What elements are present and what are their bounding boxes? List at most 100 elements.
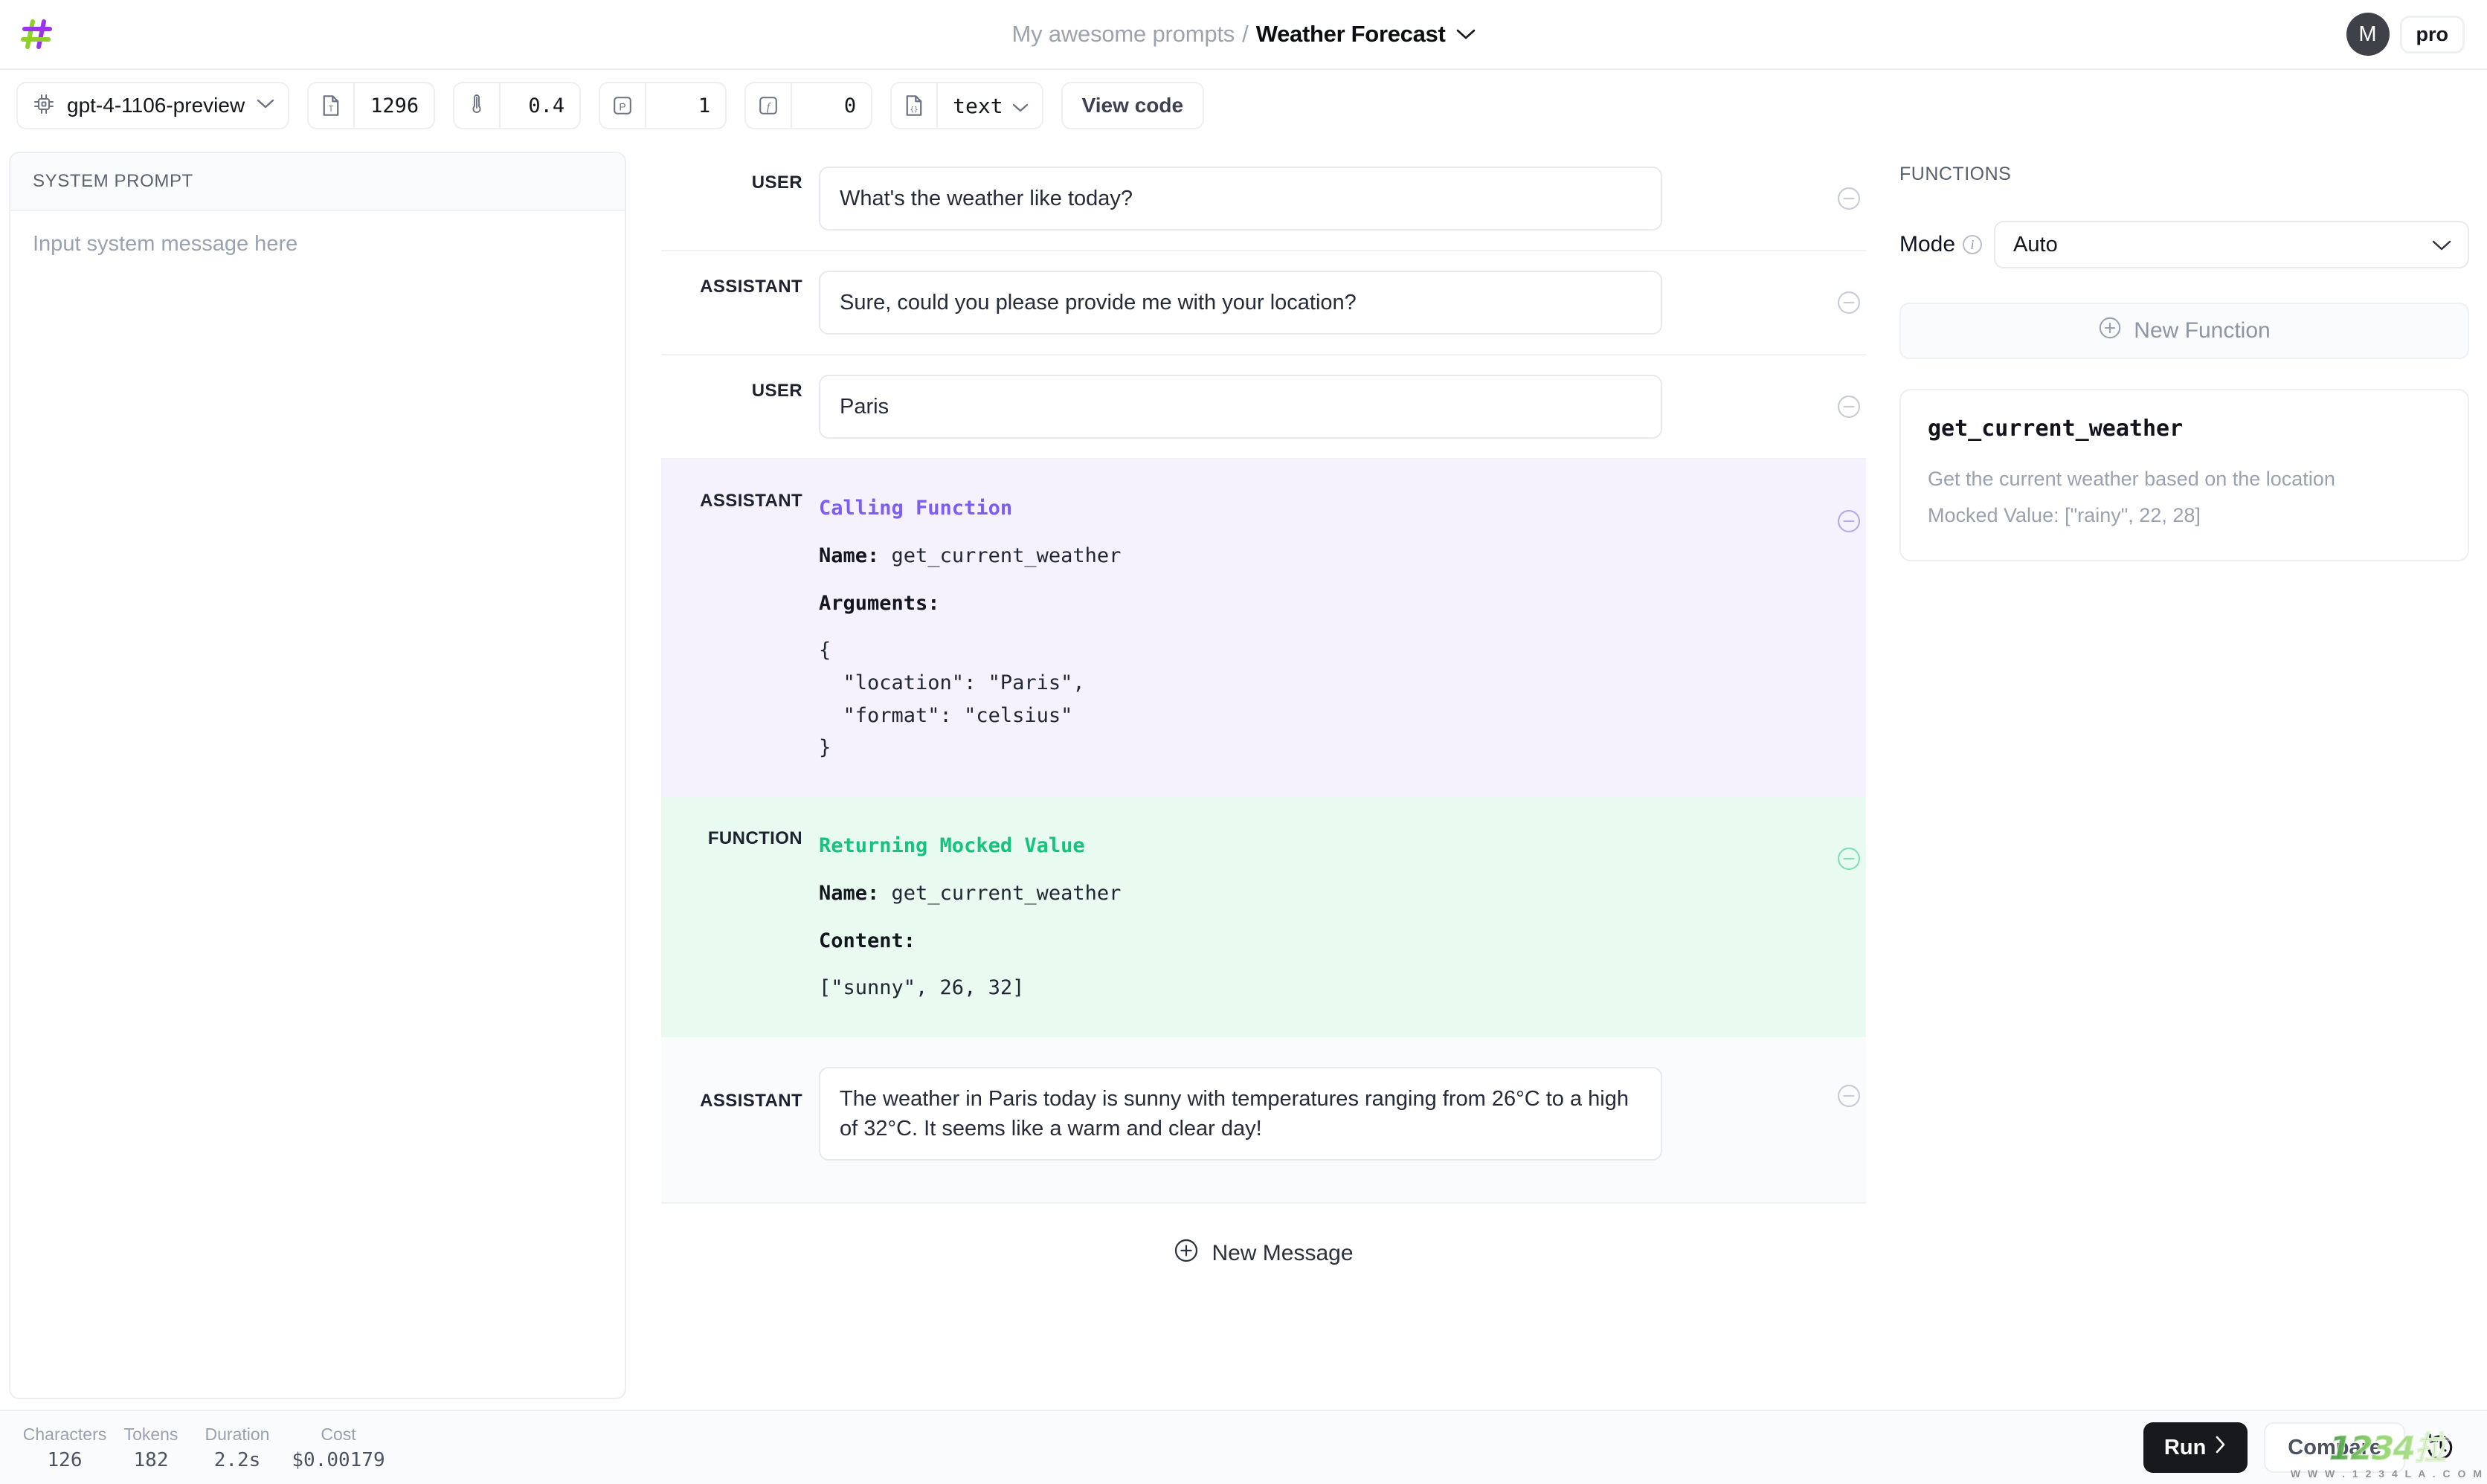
top-p-control[interactable]: P 1 [599, 82, 727, 129]
chevron-down-icon [257, 98, 274, 113]
message-row: ASSISTANT Sure, could you please provide… [661, 251, 1866, 355]
system-prompt-title: SYSTEM PROMPT [10, 153, 625, 211]
model-name: gpt-4-1106-preview [67, 94, 245, 117]
message-input[interactable]: Sure, could you please provide me with y… [819, 271, 1662, 335]
text-file-icon: T [309, 83, 355, 128]
plus-circle-icon [1174, 1238, 1199, 1269]
new-function-button[interactable]: New Function [1899, 303, 2469, 359]
function-mode-label: Mode i [1899, 232, 1982, 257]
functions-panel: FUNCTIONS Mode i Auto [1892, 141, 2487, 1410]
f-box-icon: f [746, 83, 792, 128]
messages-column: USER What's the weather like today? ASSI… [635, 141, 1892, 1410]
stat-duration: Duration 2.2s [192, 1425, 283, 1471]
svg-text:{}: {} [910, 106, 918, 114]
stat-tokens: Tokens 182 [110, 1425, 192, 1471]
stat-characters: Characters 126 [19, 1425, 110, 1471]
chip-icon [33, 93, 55, 119]
message-content: Sure, could you please provide me with y… [819, 271, 1866, 335]
avatar-initial: M [2358, 22, 2376, 47]
message-role: ASSISTANT [661, 271, 819, 297]
frequency-penalty-control[interactable]: f 0 [744, 82, 872, 129]
footer-actions: Run Compare [2143, 1422, 2460, 1473]
message-content: Paris [819, 375, 1866, 439]
message-row-function-return: FUNCTION Returning Mocked Value Name: ge… [661, 797, 1866, 1037]
function-call-name-value: get_current_weather [892, 544, 1122, 567]
top-header: My awesome prompts / Weather Forecast M … [0, 0, 2487, 70]
breadcrumb-current[interactable]: Weather Forecast [1256, 21, 1446, 48]
minus-circle-icon[interactable] [1832, 390, 1866, 424]
stat-value: $0.00179 [292, 1449, 385, 1471]
message-input[interactable]: The weather in Paris today is sunny with… [819, 1067, 1662, 1161]
view-code-button[interactable]: View code [1061, 82, 1204, 129]
new-message-button[interactable]: New Message [1174, 1238, 1353, 1269]
footer-bar: Characters 126 Tokens 182 Duration 2.2s … [0, 1410, 2487, 1484]
top-p-value: 1 [646, 83, 725, 128]
p-box-icon: P [600, 83, 646, 128]
stat-value: 126 [48, 1449, 83, 1471]
max-tokens-control[interactable]: T 1296 [307, 82, 435, 129]
new-message-label: New Message [1212, 1241, 1353, 1266]
function-mode-select[interactable]: Auto [1994, 221, 2469, 268]
system-prompt-panel: SYSTEM PROMPT Input system message here [9, 152, 626, 1399]
message-role: USER [661, 375, 819, 401]
chevron-down-icon[interactable] [1456, 28, 1476, 40]
svg-text:P: P [620, 100, 626, 112]
history-clock-icon[interactable] [2422, 1428, 2460, 1467]
stat-label: Cost [321, 1425, 355, 1445]
temperature-value: 0.4 [501, 83, 579, 128]
breadcrumb-root[interactable]: My awesome prompts [1011, 21, 1235, 48]
max-tokens-value: 1296 [355, 83, 434, 128]
temperature-control[interactable]: 0.4 [453, 82, 581, 129]
compare-button[interactable]: Compare [2264, 1422, 2405, 1473]
svg-text:T: T [329, 105, 334, 114]
function-mode-row: Mode i Auto [1892, 221, 2469, 268]
breadcrumb: My awesome prompts / Weather Forecast [0, 0, 2487, 68]
stat-cost: Cost $0.00179 [283, 1425, 394, 1471]
message-input[interactable]: Paris [819, 375, 1662, 439]
function-return-heading: Returning Mocked Value [819, 834, 1085, 857]
function-call-args-label: Arguments: [819, 592, 940, 615]
hash-logo-icon[interactable] [16, 13, 58, 55]
message-content: What's the weather like today? [819, 167, 1866, 230]
minus-circle-icon[interactable] [1832, 285, 1866, 320]
chevron-right-icon [2215, 1435, 2227, 1460]
message-list: USER What's the weather like today? ASSI… [661, 141, 1866, 1204]
chevron-down-icon [1012, 94, 1029, 118]
minus-circle-icon[interactable] [1832, 1079, 1866, 1113]
functions-panel-title: FUNCTIONS [1892, 156, 2469, 185]
response-format-control[interactable]: {} text [890, 82, 1043, 129]
message-role: USER [661, 167, 819, 193]
system-prompt-input[interactable]: Input system message here [10, 211, 625, 277]
minus-circle-icon[interactable] [1832, 842, 1866, 876]
pro-badge[interactable]: pro [2400, 16, 2465, 54]
avatar[interactable]: M [2346, 13, 2390, 56]
function-card[interactable]: get_current_weather Get the current weat… [1899, 389, 2469, 561]
message-row: USER Paris [661, 355, 1866, 459]
message-input[interactable]: What's the weather like today? [819, 167, 1662, 230]
function-return-content-value: ["sunny", 26, 32] [819, 972, 1866, 1004]
function-return-content-label: Content: [819, 929, 916, 952]
response-format-value: text [953, 94, 1003, 118]
function-call-heading: Calling Function [819, 497, 1012, 520]
thermometer-icon [454, 83, 501, 128]
run-button[interactable]: Run [2143, 1422, 2248, 1473]
stat-label: Characters [23, 1425, 106, 1445]
new-function-label: New Function [2134, 318, 2270, 343]
function-card-name: get_current_weather [1928, 416, 2441, 442]
model-selector[interactable]: gpt-4-1106-preview [16, 82, 289, 129]
stat-label: Tokens [124, 1425, 178, 1445]
message-role: ASSISTANT [661, 1067, 819, 1112]
main-body: SYSTEM PROMPT Input system message here … [0, 141, 2487, 1410]
message-row-function-call: ASSISTANT Calling Function Name: get_cur… [661, 459, 1866, 797]
info-icon[interactable]: i [1963, 235, 1982, 254]
json-file-icon: {} [892, 83, 938, 128]
function-card-mocked-value: Mocked Value: ["rainy", 22, 28] [1928, 500, 2441, 531]
function-mode-text: Mode [1899, 232, 1955, 257]
settings-toolbar: gpt-4-1106-preview T 1296 [0, 70, 2487, 141]
run-label: Run [2164, 1436, 2206, 1460]
message-role: FUNCTION [661, 827, 819, 849]
minus-circle-icon[interactable] [1832, 504, 1866, 538]
function-call-args-value: { "location": "Paris", "format": "celsiu… [819, 634, 1866, 764]
new-message-wrap: New Message [661, 1204, 1866, 1269]
minus-circle-icon[interactable] [1832, 181, 1866, 216]
